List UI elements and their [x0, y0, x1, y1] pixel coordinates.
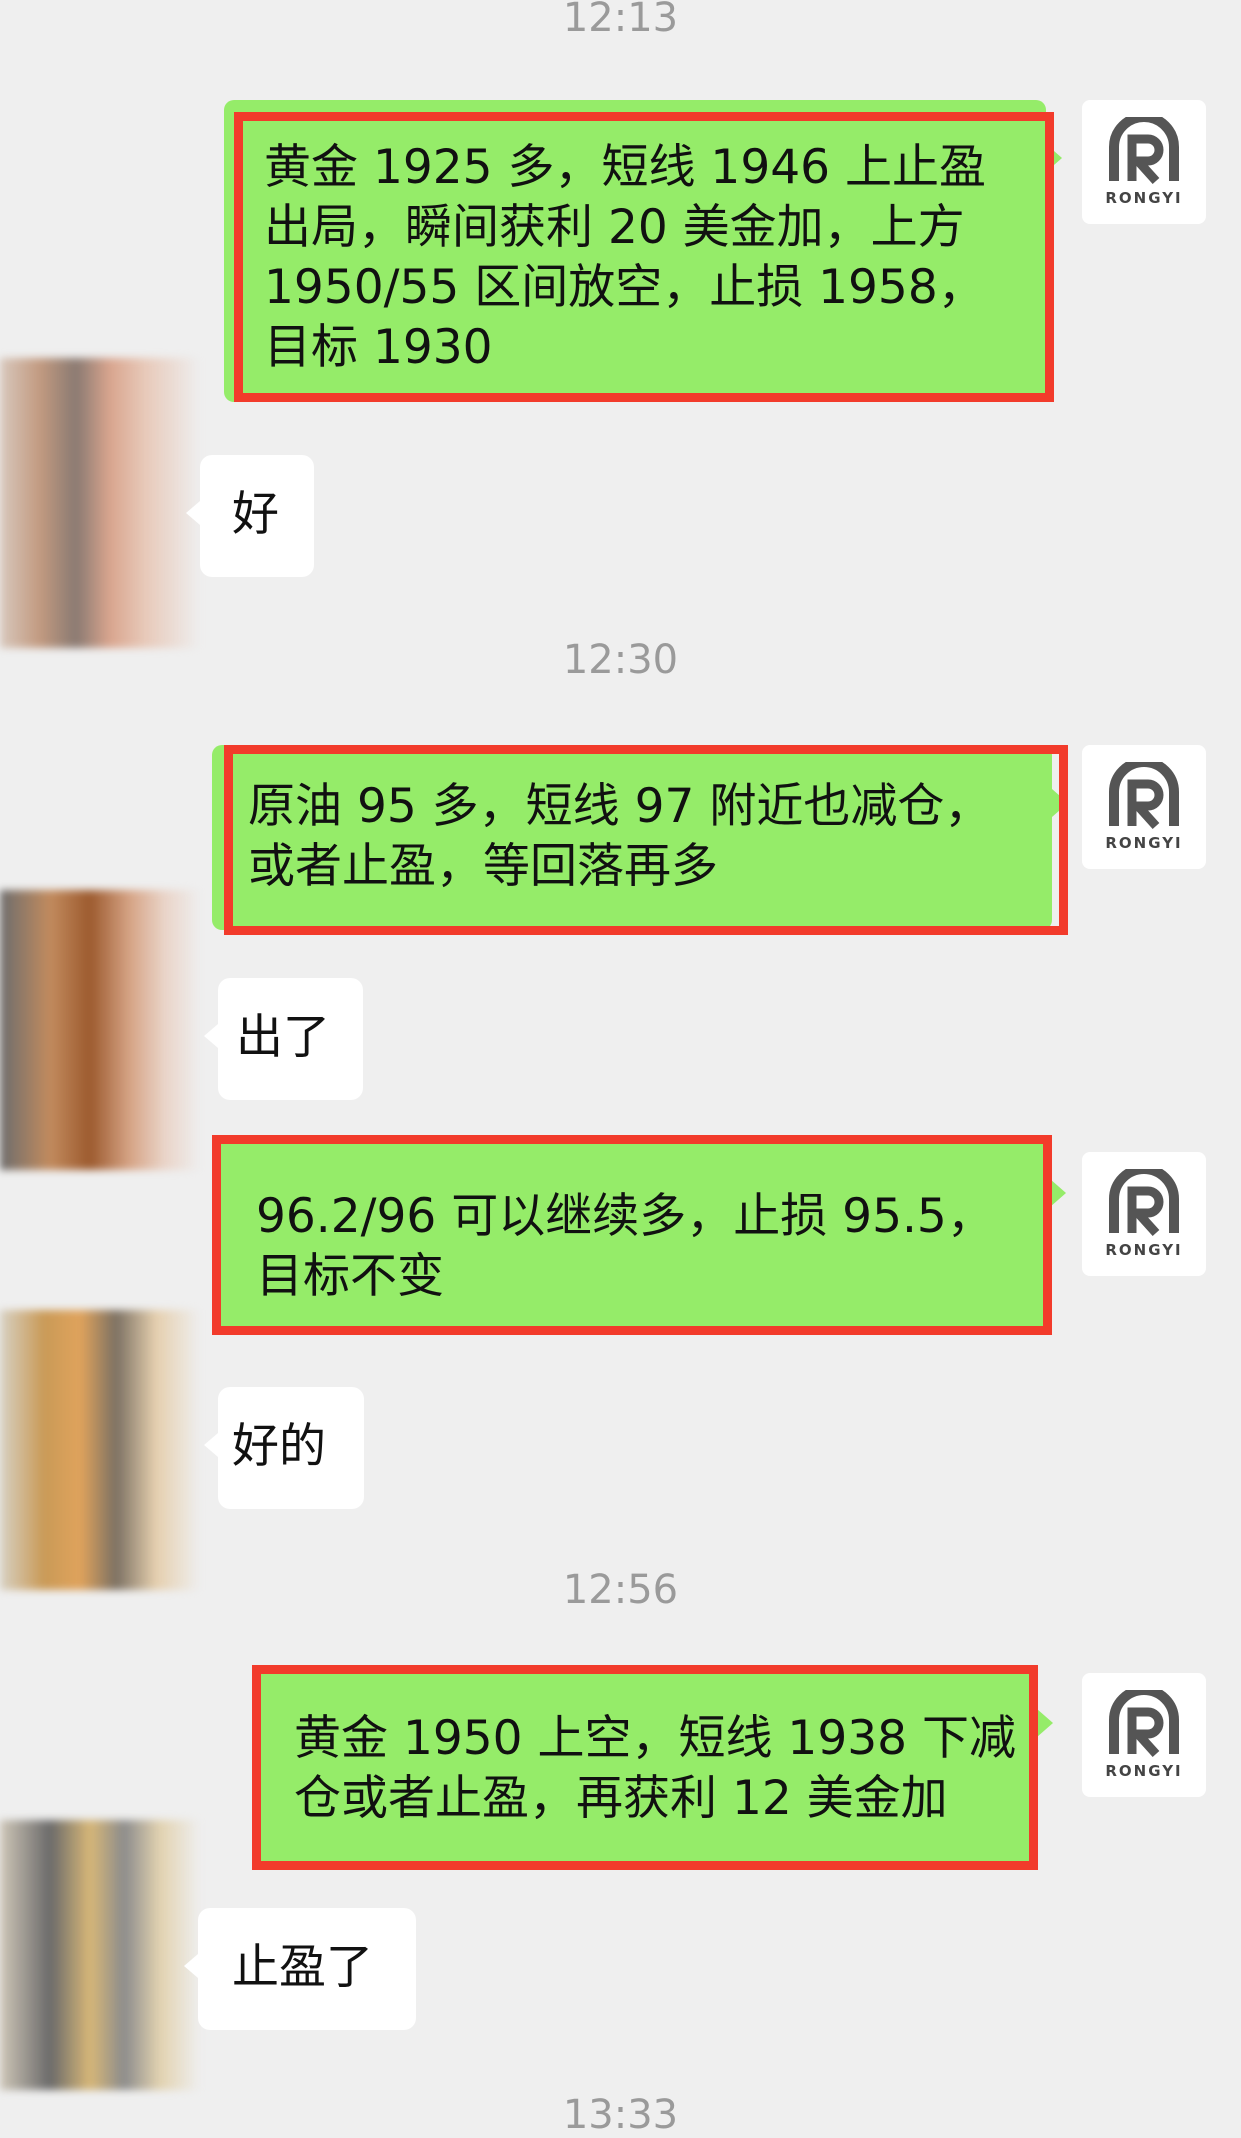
brand-name: RONGYI [1105, 834, 1183, 852]
message-text: 黄金 1925 多，短线 1946 上止盈 出局，瞬间获利 20 美金加，上方 … [264, 140, 986, 375]
message-text: 96.2/96 可以继续多，止损 95.5， 目标不变 [256, 1189, 994, 1304]
sender-avatar[interactable]: RONGYI [1082, 100, 1206, 224]
rongyi-logo-icon [1109, 117, 1179, 185]
received-message-bubble[interactable]: 好 [186, 455, 314, 577]
brand-name: RONGYI [1105, 189, 1183, 207]
rongyi-logo-icon [1109, 1690, 1179, 1758]
rongyi-logo-icon [1109, 762, 1179, 830]
sender-avatar[interactable]: RONGYI [1082, 745, 1206, 869]
timestamp: 12:13 [562, 0, 679, 41]
sent-message-bubble[interactable]: 原油 95 多，短线 97 附近也减仓， 或者止盈，等回落再多 [212, 745, 1068, 930]
sent-message-bubble[interactable]: 96.2/96 可以继续多，止损 95.5， 目标不变 [212, 1135, 1066, 1335]
timestamp: 13:33 [562, 2092, 679, 2138]
sender-avatar[interactable]: RONGYI [1082, 1673, 1206, 1797]
message-text: 原油 95 多，短线 97 附近也减仓， 或者止盈，等回落再多 [248, 779, 992, 894]
sent-message-bubble[interactable]: 黄金 1925 多，短线 1946 上止盈 出局，瞬间获利 20 美金加，上方 … [224, 100, 1062, 402]
rongyi-logo-icon [1109, 1169, 1179, 1237]
blurred-avatar[interactable] [0, 1820, 200, 2090]
received-message-bubble[interactable]: 止盈了 [184, 1908, 416, 2030]
message-text: 出了 [236, 1010, 330, 1065]
received-message-bubble[interactable]: 好的 [204, 1387, 364, 1509]
message-text: 止盈了 [232, 1940, 373, 1995]
brand-name: RONGYI [1105, 1762, 1183, 1780]
sender-avatar[interactable]: RONGYI [1082, 1152, 1206, 1276]
received-message-bubble[interactable]: 出了 [204, 978, 363, 1100]
message-text: 好的 [232, 1419, 326, 1474]
brand-name: RONGYI [1105, 1241, 1183, 1259]
blurred-avatar[interactable] [0, 890, 200, 1170]
blurred-avatar[interactable] [0, 358, 200, 648]
sent-message-bubble[interactable]: 黄金 1950 上空，短线 1938 下减 仓或者止盈，再获利 12 美金加 [252, 1665, 1053, 1865]
message-text: 好 [232, 487, 279, 542]
blurred-avatar[interactable] [0, 1310, 200, 1590]
message-text: 黄金 1950 上空，短线 1938 下减 仓或者止盈，再获利 12 美金加 [294, 1711, 1016, 1826]
